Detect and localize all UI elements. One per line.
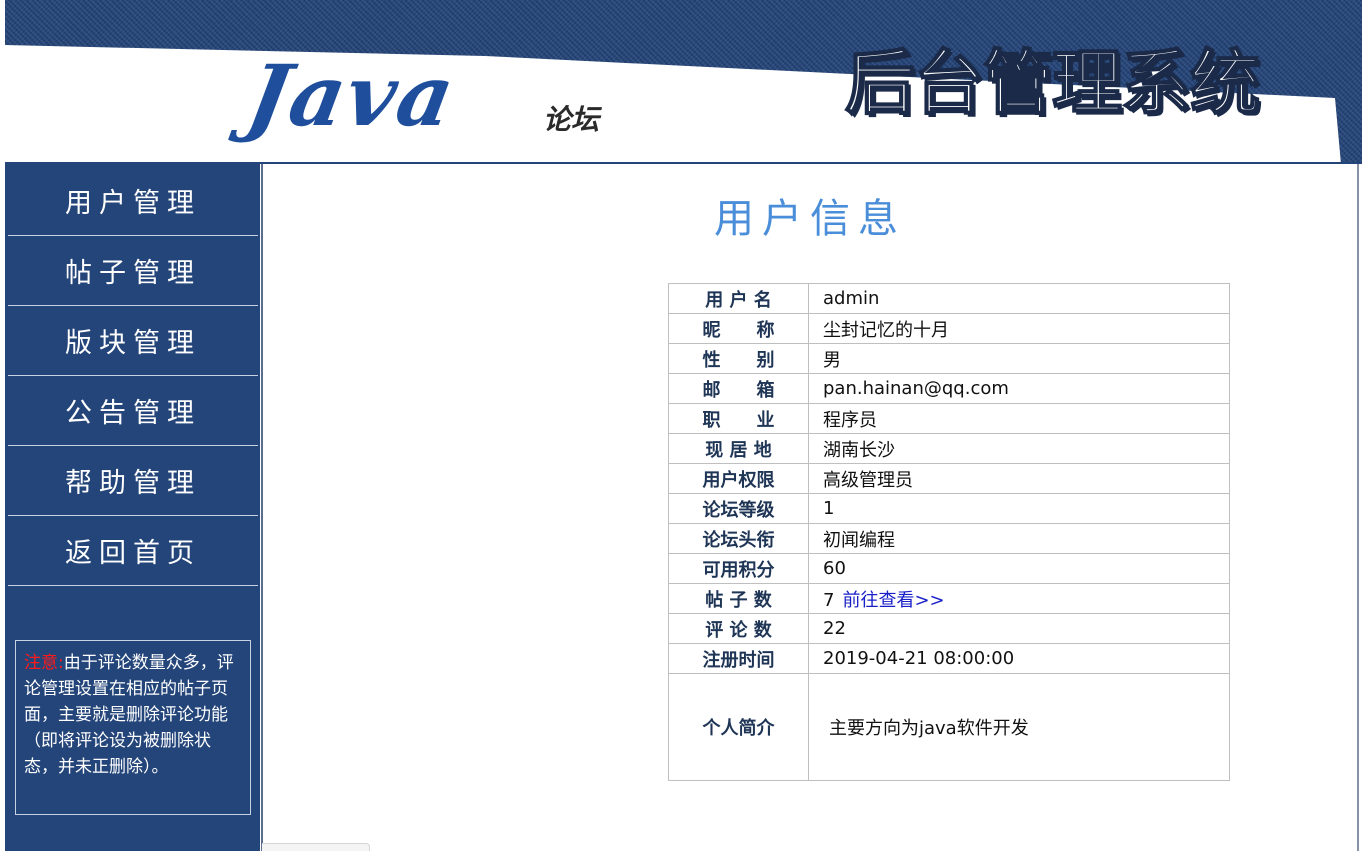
field-label: 评 论 数: [668, 613, 809, 644]
view-posts-link[interactable]: 前往查看>>: [842, 590, 944, 611]
field-label: 可用积分: [668, 553, 809, 584]
post-count-value: 7: [823, 589, 835, 611]
horizontal-scrollbar[interactable]: [262, 843, 370, 851]
sidebar: 用户管理 帖子管理 版块管理 公告管理 帮助管理 返回首页 注意:由于评论数量众…: [5, 164, 260, 851]
table-row: 论坛头衔 初闻编程: [668, 523, 1230, 554]
field-label: 用户权限: [668, 463, 809, 494]
page-title: 用户信息: [714, 196, 906, 242]
sidebar-item-announcement-management[interactable]: 公告管理: [8, 376, 258, 446]
notice-label: 注意:: [24, 653, 64, 673]
java-logo: Java: [240, 46, 464, 145]
table-row: 个人简介 主要方向为java软件开发: [668, 673, 1230, 781]
sidebar-item-user-management[interactable]: 用户管理: [8, 166, 258, 236]
field-value-bio: 主要方向为java软件开发: [808, 673, 1230, 781]
user-info-table: 用 户 名 admin 昵 称 尘封记忆的十月 性 别 男 邮 箱 pan.ha…: [668, 283, 1230, 781]
notice-box: 注意:由于评论数量众多，评论管理设置在相应的帖子页面，主要就是删除评论功能（即将…: [15, 640, 251, 815]
sidebar-item-help-management[interactable]: 帮助管理: [8, 446, 258, 516]
field-value-post-count: 7 前往查看>>: [808, 583, 1230, 614]
field-label: 现 居 地: [668, 433, 809, 464]
table-row: 现 居 地 湖南长沙: [668, 433, 1230, 464]
field-value-forum-level: 1: [808, 493, 1230, 524]
field-value-permission: 高级管理员: [808, 463, 1230, 494]
table-row: 评 论 数 22: [668, 613, 1230, 644]
table-row: 论坛等级 1: [668, 493, 1230, 524]
field-value-points: 60: [808, 553, 1230, 584]
sidebar-item-back-home[interactable]: 返回首页: [8, 516, 258, 586]
table-row: 可用积分 60: [668, 553, 1230, 584]
bio-text: 主要方向为java软件开发: [829, 718, 1029, 739]
field-value-gender: 男: [808, 343, 1230, 374]
table-row: 性 别 男: [668, 343, 1230, 374]
field-value-occupation: 程序员: [808, 403, 1230, 434]
field-label: 论坛等级: [668, 493, 809, 524]
main-right-border: [1357, 164, 1359, 851]
table-row: 用 户 名 admin: [668, 283, 1230, 314]
field-label: 帖 子 数: [668, 583, 809, 614]
field-value-email: pan.hainan@qq.com: [808, 373, 1230, 404]
field-label: 邮 箱: [668, 373, 809, 404]
sidebar-item-section-management[interactable]: 版块管理: [8, 306, 258, 376]
field-label: 昵 称: [668, 313, 809, 344]
table-row: 职 业 程序员: [668, 403, 1230, 434]
field-label: 个人简介: [668, 673, 809, 781]
field-value-nickname: 尘封记忆的十月: [808, 313, 1230, 344]
field-value-username: admin: [808, 283, 1230, 314]
field-label: 用 户 名: [668, 283, 809, 314]
table-row: 注册时间 2019-04-21 08:00:00: [668, 643, 1230, 674]
table-row: 用户权限 高级管理员: [668, 463, 1230, 494]
field-label: 注册时间: [668, 643, 809, 674]
sidebar-item-post-management[interactable]: 帖子管理: [8, 236, 258, 306]
field-value-forum-title: 初闻编程: [808, 523, 1230, 554]
table-row: 邮 箱 pan.hainan@qq.com: [668, 373, 1230, 404]
field-value-comment-count: 22: [808, 613, 1230, 644]
table-row: 帖 子 数 7 前往查看>>: [668, 583, 1230, 614]
field-label: 论坛头衔: [668, 523, 809, 554]
table-row: 昵 称 尘封记忆的十月: [668, 313, 1230, 344]
forum-logo-subtitle: 论坛: [543, 103, 600, 136]
header-banner: Java 论坛 后台管理系统: [5, 0, 1362, 164]
main-left-border: [261, 164, 263, 851]
field-value-register-time: 2019-04-21 08:00:00: [808, 643, 1230, 674]
field-label: 职 业: [668, 403, 809, 434]
field-label: 性 别: [668, 343, 809, 374]
system-title: 后台管理系统: [844, 42, 1261, 124]
field-value-location: 湖南长沙: [808, 433, 1230, 464]
